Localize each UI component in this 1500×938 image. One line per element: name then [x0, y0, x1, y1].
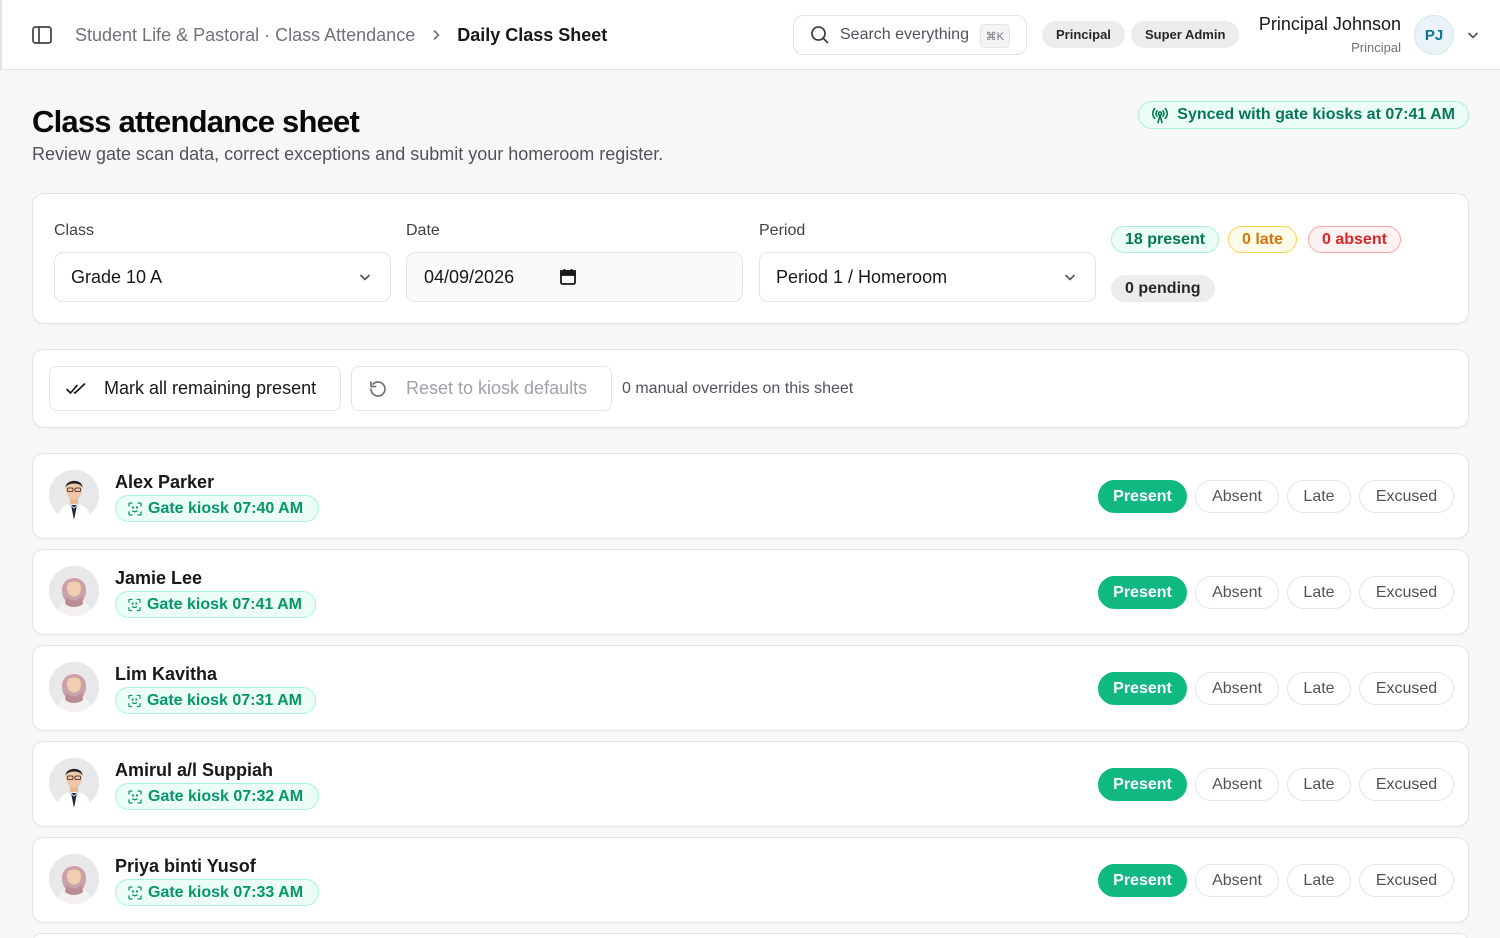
status-late-button[interactable]: Late	[1287, 672, 1351, 705]
student-avatar	[49, 854, 99, 904]
status-absent-button[interactable]: Absent	[1195, 480, 1279, 513]
status-absent-button[interactable]: Absent	[1195, 672, 1279, 705]
status-present-button[interactable]: Present	[1098, 576, 1187, 609]
student-name: Lim Kavitha	[115, 664, 218, 684]
breadcrumb-current: Daily Class Sheet	[457, 24, 608, 45]
gate-scan-text: Gate kiosk 07:33 AM	[148, 883, 304, 901]
status-present-button[interactable]: Present	[1098, 672, 1187, 705]
status-absent-button[interactable]: Absent	[1195, 768, 1279, 801]
rotate-ccw-icon	[370, 380, 386, 397]
search-input[interactable]: Search everything ⌘K	[793, 15, 1027, 55]
student-row: Lim Kavitha Gate kiosk 07:31 AM Present …	[32, 645, 1469, 731]
status-excused-button[interactable]: Excused	[1359, 576, 1454, 609]
calendar-icon[interactable]	[559, 268, 577, 286]
class-select-value: Grade 10 A	[71, 266, 163, 287]
sync-status-badge: Synced with gate kiosks at 07:41 AM	[1138, 101, 1469, 129]
gate-scan-badge: Gate kiosk 07:41 AM	[115, 591, 316, 618]
class-label: Class	[54, 222, 95, 239]
search-shortcut-hint: ⌘K	[979, 24, 1010, 48]
mark-all-present-label: Mark all remaining present	[104, 378, 317, 398]
student-name: Jamie Lee	[115, 568, 203, 588]
student-row: Jamie Lee Gate kiosk 07:41 AM Present Ab…	[32, 549, 1469, 635]
face-scan-icon	[128, 885, 142, 900]
page-title: Class attendance sheet	[32, 104, 360, 139]
sync-status-text: Synced with gate kiosks at 07:41 AM	[1177, 106, 1455, 123]
chevron-down-icon	[359, 274, 371, 281]
status-absent-button[interactable]: Absent	[1195, 576, 1279, 609]
period-select-value: Period 1 / Homeroom	[776, 266, 948, 287]
status-late-button[interactable]: Late	[1287, 864, 1351, 897]
class-select[interactable]: Grade 10 A	[54, 252, 391, 302]
breadcrumb: Student Life & Pastoral · Class Attendan…	[75, 22, 607, 48]
student-row	[32, 933, 1469, 938]
student-row: Amirul a/l Suppiah Gate kiosk 07:32 AM P…	[32, 741, 1469, 827]
status-absent-button[interactable]: Absent	[1195, 864, 1279, 897]
gate-scan-badge: Gate kiosk 07:31 AM	[115, 687, 316, 714]
gate-scan-text: Gate kiosk 07:41 AM	[146, 595, 302, 613]
chevron-right-icon	[431, 29, 441, 41]
gate-scan-text: Gate kiosk 07:31 AM	[146, 691, 302, 709]
role-badge-principal: Principal	[1042, 21, 1125, 48]
double-check-icon	[66, 382, 86, 394]
face-scan-icon	[128, 598, 141, 611]
gate-scan-badge: Gate kiosk 07:32 AM	[115, 783, 319, 810]
pending-count-badge: 0 pending	[1111, 275, 1215, 302]
period-select[interactable]: Period 1 / Homeroom	[759, 252, 1096, 302]
gate-scan-text: Gate kiosk 07:32 AM	[148, 787, 304, 805]
status-late-button[interactable]: Late	[1287, 576, 1351, 609]
status-late-button[interactable]: Late	[1287, 768, 1351, 801]
reset-kiosk-defaults-button[interactable]: Reset to kiosk defaults	[351, 366, 612, 411]
reset-kiosk-defaults-label: Reset to kiosk defaults	[406, 378, 588, 398]
face-scan-icon	[128, 694, 141, 707]
status-excused-button[interactable]: Excused	[1359, 480, 1454, 513]
sidebar-toggle-icon[interactable]	[30, 23, 54, 47]
status-present-button[interactable]: Present	[1098, 864, 1187, 897]
period-label: Period	[759, 222, 806, 239]
status-present-button[interactable]: Present	[1098, 480, 1187, 513]
present-count-badge: 18 present	[1111, 226, 1220, 253]
gate-scan-badge: Gate kiosk 07:40 AM	[115, 495, 319, 522]
search-placeholder: Search everything	[840, 26, 969, 43]
face-scan-icon	[128, 501, 142, 516]
student-name: Alex Parker	[115, 472, 215, 492]
search-icon	[811, 26, 829, 44]
user-role: Principal	[1351, 40, 1401, 55]
student-avatar	[49, 662, 99, 712]
chevron-down-icon	[1064, 274, 1076, 281]
student-avatar	[49, 566, 99, 616]
student-row: Alex Parker Gate kiosk 07:40 AM Present …	[32, 453, 1469, 539]
gate-scan-badge: Gate kiosk 07:33 AM	[115, 879, 319, 906]
broadcast-icon	[1152, 107, 1169, 124]
date-input[interactable]: 04/09/2026	[406, 252, 743, 302]
gate-scan-text: Gate kiosk 07:40 AM	[148, 499, 304, 517]
mark-all-present-button[interactable]: Mark all remaining present	[49, 366, 341, 411]
user-name: Principal Johnson	[1258, 14, 1401, 34]
status-excused-button[interactable]: Excused	[1359, 768, 1454, 801]
face-scan-icon	[128, 789, 142, 804]
date-input-value: 04/09/2026	[424, 266, 515, 287]
manual-overrides-count: 0 manual overrides on this sheet	[622, 380, 854, 397]
filters-card: Class Grade 10 A Date 04/09/2026 Period …	[32, 193, 1469, 324]
absent-count-badge: 0 absent	[1308, 226, 1401, 253]
status-excused-button[interactable]: Excused	[1359, 864, 1454, 897]
student-name: Priya binti Yusof	[115, 856, 256, 876]
student-avatar	[49, 758, 99, 808]
top-header: Student Life & Pastoral · Class Attendan…	[0, 0, 1500, 70]
status-late-button[interactable]: Late	[1287, 480, 1351, 513]
bulk-actions-card: Mark all remaining present Reset to kios…	[32, 349, 1469, 428]
student-name: Amirul a/l Suppiah	[115, 760, 274, 780]
student-avatar	[49, 470, 99, 520]
breadcrumb-parent-link[interactable]: Student Life & Pastoral · Class Attendan…	[75, 25, 415, 46]
status-present-button[interactable]: Present	[1098, 768, 1187, 801]
late-count-badge: 0 late	[1228, 226, 1297, 253]
page-subtitle: Review gate scan data, correct exception…	[32, 144, 664, 164]
date-label: Date	[406, 222, 440, 239]
chevron-down-icon[interactable]	[1465, 27, 1481, 43]
user-avatar[interactable]: PJ	[1414, 15, 1454, 55]
student-row: Priya binti Yusof Gate kiosk 07:33 AM Pr…	[32, 837, 1469, 923]
role-badge-super-admin: Super Admin	[1131, 21, 1240, 48]
status-excused-button[interactable]: Excused	[1359, 672, 1454, 705]
